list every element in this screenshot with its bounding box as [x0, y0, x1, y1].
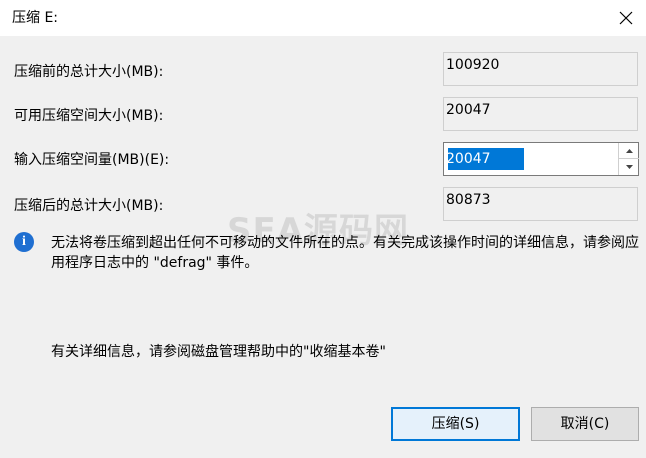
spin-buttons: [618, 143, 639, 175]
total-after-label: 压缩后的总计大小(MB):: [14, 198, 164, 214]
chevron-down-icon: [625, 165, 633, 169]
close-button[interactable]: [606, 0, 646, 36]
chevron-up-icon: [625, 148, 633, 153]
cancel-button[interactable]: 取消(C): [531, 407, 639, 441]
available-space-value: 20047: [443, 97, 638, 131]
total-before-label: 压缩前的总计大小(MB):: [14, 64, 164, 80]
shrink-amount-input[interactable]: [446, 145, 618, 173]
title-bar: 压缩 E:: [0, 0, 646, 36]
shrink-dialog: 压缩 E: 压缩前的总计大小(MB): 100920 可用压缩空间大小(MB):…: [0, 0, 646, 458]
shrink-button[interactable]: 压缩(S): [391, 407, 520, 441]
available-space-label: 可用压缩空间大小(MB):: [14, 108, 164, 124]
close-icon: [619, 11, 633, 25]
decrement-button[interactable]: [619, 159, 639, 175]
total-after-value: 80873: [443, 187, 638, 221]
window-title: 压缩 E:: [12, 10, 59, 26]
help-reference-text: 有关详细信息，请参阅磁盘管理帮助中的"收缩基本卷": [51, 344, 386, 360]
info-message: 无法将卷压缩到超出任何不可移动的文件所在的点。有关完成该操作时间的详细信息，请参…: [51, 235, 639, 271]
shrink-amount-stepper[interactable]: [443, 142, 639, 176]
increment-button[interactable]: [619, 143, 639, 159]
shrink-amount-label: 输入压缩空间量(MB)(E):: [14, 152, 170, 168]
info-icon: i: [14, 232, 34, 252]
total-before-value: 100920: [443, 52, 638, 86]
